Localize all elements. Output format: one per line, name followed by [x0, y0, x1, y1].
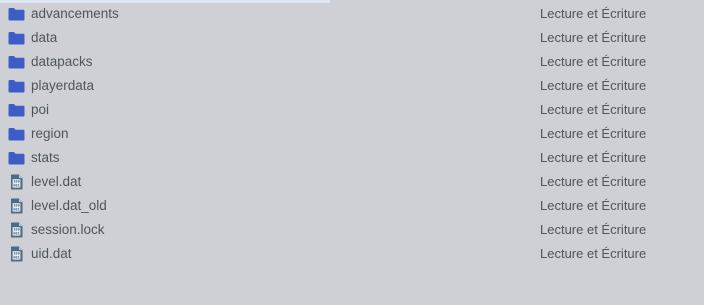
file-permissions: Lecture et Écriture — [540, 78, 647, 93]
folder-icon — [8, 6, 25, 22]
folder-icon — [8, 30, 25, 46]
file-row[interactable]: 100 001 level.dat_old Lecture et Écriture — [0, 194, 704, 218]
file-name[interactable]: region — [31, 125, 69, 143]
folder-icon — [8, 78, 25, 94]
svg-text:001: 001 — [13, 184, 20, 188]
file-name[interactable]: advancements — [31, 5, 119, 23]
file-name[interactable]: datapacks — [31, 53, 93, 71]
file-permissions: Lecture et Écriture — [540, 150, 647, 165]
folder-icon — [8, 126, 25, 142]
folder-row[interactable]: playerdata Lecture et Écriture — [0, 74, 704, 98]
file-permissions: Lecture et Écriture — [540, 102, 647, 117]
folder-icon — [8, 102, 25, 118]
svg-text:001: 001 — [13, 232, 20, 236]
file-name[interactable]: playerdata — [31, 77, 94, 95]
file-permissions: Lecture et Écriture — [540, 6, 647, 21]
folder-row[interactable]: region Lecture et Écriture — [0, 122, 704, 146]
folder-row[interactable]: data Lecture et Écriture — [0, 26, 704, 50]
file-name[interactable]: poi — [31, 101, 49, 119]
binary-file-icon: 100 001 — [8, 198, 25, 214]
folder-icon — [8, 150, 25, 166]
file-name[interactable]: stats — [31, 149, 60, 167]
file-row[interactable]: 100 001 uid.dat Lecture et Écriture — [0, 242, 704, 266]
binary-file-icon: 100 001 — [8, 222, 25, 238]
folder-icon — [8, 54, 25, 70]
file-name[interactable]: data — [31, 29, 57, 47]
file-name[interactable]: session.lock — [31, 221, 105, 239]
file-list: advancements Lecture et Écriture data Le… — [0, 2, 704, 266]
folder-row[interactable]: poi Lecture et Écriture — [0, 98, 704, 122]
file-name[interactable]: uid.dat — [31, 245, 72, 263]
file-name[interactable]: level.dat — [31, 173, 81, 191]
svg-text:001: 001 — [13, 208, 20, 212]
folder-row[interactable]: stats Lecture et Écriture — [0, 146, 704, 170]
binary-file-icon: 100 001 — [8, 174, 25, 190]
file-permissions: Lecture et Écriture — [540, 198, 647, 213]
binary-file-icon: 100 001 — [8, 246, 25, 262]
folder-row[interactable]: advancements Lecture et Écriture — [0, 2, 704, 26]
file-row[interactable]: 100 001 session.lock Lecture et Écriture — [0, 218, 704, 242]
file-permissions: Lecture et Écriture — [540, 126, 647, 141]
file-row[interactable]: 100 001 level.dat Lecture et Écriture — [0, 170, 704, 194]
folder-row[interactable]: datapacks Lecture et Écriture — [0, 50, 704, 74]
file-permissions: Lecture et Écriture — [540, 30, 647, 45]
file-permissions: Lecture et Écriture — [540, 54, 647, 69]
file-permissions: Lecture et Écriture — [540, 246, 647, 261]
file-permissions: Lecture et Écriture — [540, 222, 647, 237]
svg-text:001: 001 — [13, 256, 20, 260]
file-permissions: Lecture et Écriture — [540, 174, 647, 189]
file-name[interactable]: level.dat_old — [31, 197, 107, 215]
